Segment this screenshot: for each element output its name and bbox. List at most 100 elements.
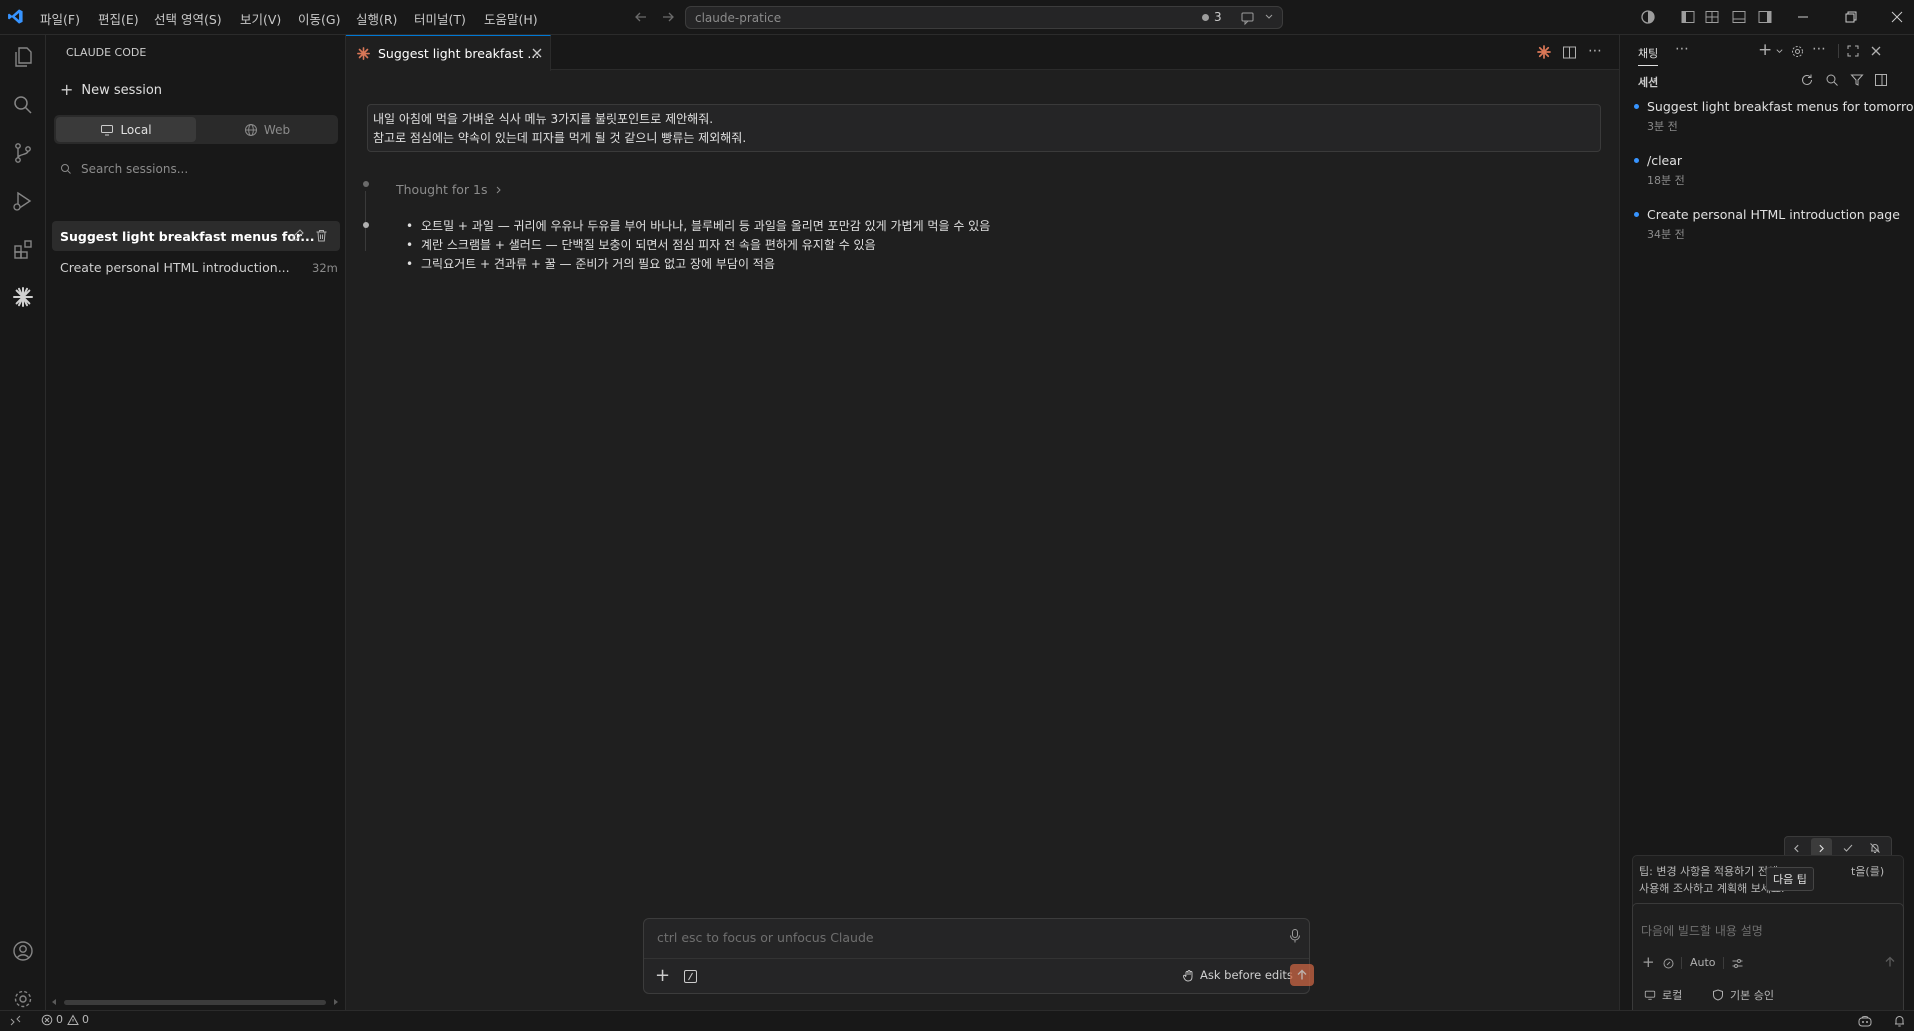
thought-toggle[interactable]: Thought for 1s <box>396 182 504 197</box>
chat-sync-icon[interactable] <box>1240 10 1256 26</box>
web-toggle-button[interactable]: Web <box>198 117 336 142</box>
menu-view[interactable]: 보기(V) <box>240 9 281 28</box>
chat-session-item[interactable]: Create personal HTML introduction page 3… <box>1634 207 1904 247</box>
menu-edit[interactable]: 편집(E) <box>98 9 139 28</box>
restore-icon[interactable] <box>1843 9 1859 25</box>
new-chat-plus-icon[interactable]: + <box>1758 42 1772 59</box>
more-tabs-icon[interactable]: ⋯ <box>1675 41 1689 57</box>
trash-icon[interactable] <box>314 228 329 243</box>
chat-session-item[interactable]: /clear 18분 전 <box>1634 153 1904 193</box>
menu-selection[interactable]: 선택 영역(S) <box>154 9 222 28</box>
new-session-button[interactable]: + New session <box>60 80 180 100</box>
more-actions-icon[interactable]: ⋯ <box>1588 43 1602 59</box>
search-sessions-input[interactable]: Search sessions... <box>60 159 330 179</box>
more-actions-icon[interactable]: ⋯ <box>1812 41 1826 57</box>
local-footer-button[interactable]: 로컬 <box>1644 987 1682 1003</box>
web-label: Web <box>263 122 291 137</box>
next-tip-tooltip: 다음 팁 <box>1766 867 1814 891</box>
forward-arrow-icon[interactable] <box>661 10 675 24</box>
problems-indicator[interactable]: 0 0 <box>41 1013 89 1026</box>
scroll-right-icon[interactable] <box>332 997 340 1007</box>
command-center[interactable]: claude-pratice 3 <box>685 6 1283 29</box>
send-arrow-icon[interactable] <box>1884 956 1896 968</box>
remote-icon[interactable] <box>9 1014 22 1027</box>
chevron-right-icon <box>496 186 501 193</box>
chevron-down-icon[interactable] <box>1264 12 1274 22</box>
previous-tip-icon[interactable] <box>1791 843 1802 854</box>
extensions-icon[interactable] <box>9 235 37 263</box>
split-editor-icon[interactable] <box>1562 45 1577 60</box>
microphone-icon[interactable] <box>1288 928 1302 944</box>
tip-text-line-2: 사용해 조사하고 계획해 보세요. <box>1639 882 1785 895</box>
tab-chat[interactable]: 채팅 <box>1638 45 1659 66</box>
horizontal-scrollbar[interactable] <box>50 997 342 1007</box>
close-panel-icon[interactable] <box>1870 45 1882 57</box>
copilot-status-icon[interactable] <box>1857 1013 1873 1029</box>
local-toggle-button[interactable]: Local <box>56 117 196 142</box>
chat-session-title: /clear <box>1647 153 1683 168</box>
copilot-icon[interactable] <box>1640 9 1656 25</box>
refresh-icon[interactable] <box>1800 73 1814 87</box>
title-bar: 파일(F) 편집(E) 선택 영역(S) 보기(V) 이동(G) 실행(R) 터… <box>0 0 1914 35</box>
menu-run[interactable]: 실행(R) <box>356 9 397 28</box>
scrollbar-thumb[interactable] <box>64 1000 326 1005</box>
mention-icon[interactable] <box>1663 958 1674 969</box>
scroll-left-icon[interactable] <box>50 997 58 1007</box>
session-item-active[interactable]: Suggest light breakfast menus for... <box>52 221 340 251</box>
chevron-down-icon[interactable] <box>1775 47 1784 56</box>
mode-selector[interactable]: Ask before edits <box>1182 968 1293 982</box>
dismiss-check-icon[interactable] <box>1842 842 1854 854</box>
session-item[interactable]: Create personal HTML introduction... 32m <box>52 253 340 281</box>
divider <box>644 958 1309 959</box>
menu-go[interactable]: 이동(G) <box>298 9 340 28</box>
claude-action-icon[interactable] <box>1536 44 1552 60</box>
tools-config-icon[interactable] <box>1731 957 1744 970</box>
add-attachment-icon[interactable]: + <box>655 967 670 985</box>
search-icon[interactable] <box>9 91 37 119</box>
chat-input-field[interactable]: 다음에 빌드할 내용 설명 <box>1641 922 1763 939</box>
toggle-panel-icon[interactable] <box>1731 9 1747 25</box>
toggle-secondary-sidebar-icon[interactable] <box>1757 9 1773 25</box>
settings-gear-icon[interactable] <box>9 985 37 1013</box>
toggle-layout-icon[interactable] <box>1874 73 1888 87</box>
approval-footer-button[interactable]: 기본 승인 <box>1712 987 1774 1003</box>
run-debug-icon[interactable] <box>9 187 37 215</box>
menu-terminal[interactable]: 터미널(T) <box>414 9 466 28</box>
send-button[interactable] <box>1290 964 1314 986</box>
close-tab-icon[interactable] <box>531 47 543 59</box>
menu-file[interactable]: 파일(F) <box>40 9 80 28</box>
approval-footer-label: 기본 승인 <box>1730 989 1774 1002</box>
arrow-up-icon <box>1297 969 1307 980</box>
claude-input-field[interactable]: ctrl esc to focus or unfocus Claude <box>657 930 874 945</box>
minimize-icon[interactable] <box>1795 9 1811 25</box>
menu-help[interactable]: 도움말(H) <box>484 9 538 28</box>
user-message-line-1: 내일 아침에 먹을 가벼운 식사 메뉴 3가지를 불릿포인트로 제안해줘. <box>373 112 714 126</box>
source-control-icon[interactable] <box>9 139 37 167</box>
toggle-primary-sidebar-icon[interactable] <box>1680 9 1696 25</box>
auto-mode-label[interactable]: Auto <box>1690 956 1716 969</box>
divider <box>1681 957 1682 969</box>
search-icon[interactable] <box>1825 73 1839 87</box>
customize-layout-icon[interactable] <box>1704 9 1720 25</box>
claude-code-icon[interactable] <box>9 283 37 311</box>
close-window-icon[interactable] <box>1889 9 1905 25</box>
monitor-icon <box>1644 990 1656 1000</box>
add-context-icon[interactable]: + <box>1642 955 1655 970</box>
list-item: • 오트밀 + 과일 — 귀리에 우유나 두유를 부어 바나나, 블루베리 등 과… <box>406 216 990 235</box>
session-dot <box>1634 212 1639 217</box>
divider <box>1838 44 1839 58</box>
back-arrow-icon[interactable] <box>634 10 648 24</box>
slash-command-icon[interactable] <box>683 969 698 984</box>
badge-count: 3 <box>1214 10 1222 24</box>
edit-pencil-icon[interactable] <box>290 228 305 243</box>
notifications-bell-icon[interactable] <box>1893 1014 1906 1028</box>
tab-claude-session[interactable]: Suggest light breakfast ... <box>346 35 551 71</box>
settings-gear-icon[interactable] <box>1790 44 1805 59</box>
account-icon[interactable] <box>9 937 37 965</box>
chat-session-item[interactable]: Suggest light breakfast menus for tomorr… <box>1634 99 1914 139</box>
maximize-icon[interactable] <box>1846 44 1860 58</box>
explorer-icon[interactable] <box>9 43 37 71</box>
bell-off-icon[interactable] <box>1869 842 1881 854</box>
filter-icon[interactable] <box>1850 73 1864 87</box>
user-message-line-2: 참고로 점심에는 약속이 있는데 피자를 먹게 될 것 같으니 빵류는 제외해줘… <box>373 131 747 145</box>
